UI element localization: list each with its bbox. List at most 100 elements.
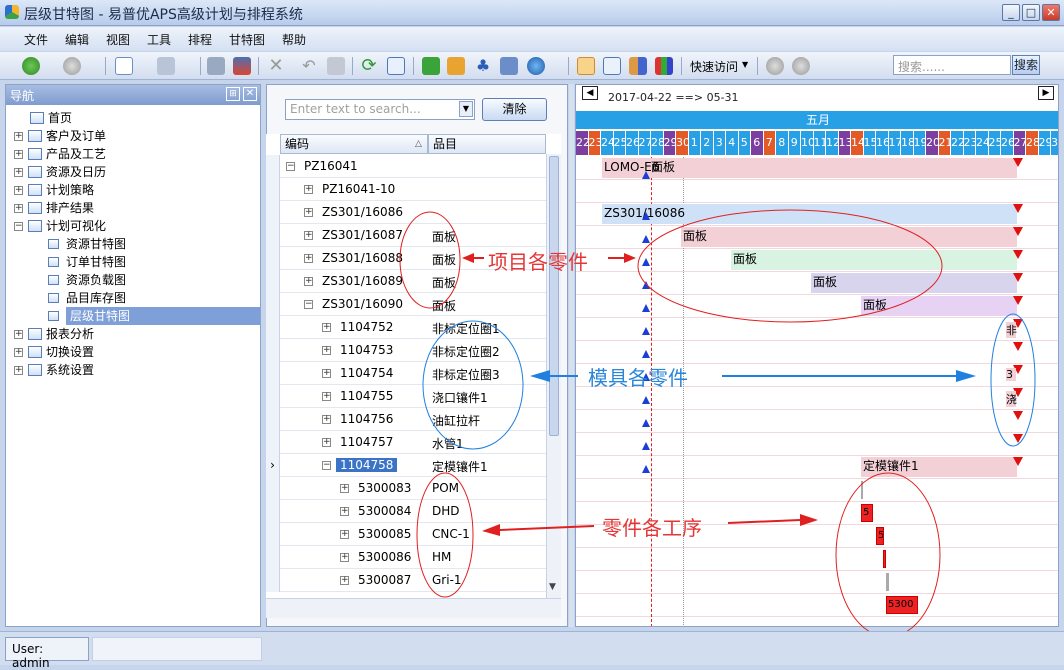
structure-icon[interactable]: ♣ <box>474 57 492 75</box>
nav-item[interactable]: 品目库存图 <box>6 289 260 307</box>
expand-icon[interactable]: + <box>322 415 331 424</box>
row-selector[interactable] <box>266 408 280 431</box>
report-icon[interactable] <box>629 57 647 75</box>
nav-up-icon[interactable] <box>766 57 784 75</box>
scroll-down-icon[interactable]: ▼ <box>549 582 556 592</box>
row-selector[interactable] <box>266 569 280 592</box>
globe-icon[interactable] <box>527 57 545 75</box>
expand-icon[interactable]: + <box>14 168 23 177</box>
menu-help[interactable]: 帮助 <box>282 31 306 48</box>
expand-icon[interactable]: + <box>304 277 313 286</box>
gantt-next-icon[interactable]: ▶ <box>1038 86 1054 100</box>
row-selector[interactable] <box>266 546 280 569</box>
table-row[interactable]: − ZS301/16090 面板 <box>266 293 546 316</box>
expand-icon[interactable]: + <box>322 392 331 401</box>
maximize-button[interactable]: □ <box>1022 4 1040 21</box>
expand-icon[interactable]: + <box>14 366 23 375</box>
grid-search-input[interactable]: Enter text to search... <box>285 99 475 120</box>
box-icon[interactable] <box>447 57 465 75</box>
pin-icon[interactable]: ⊞ <box>226 87 240 101</box>
table-row[interactable]: +1104757 水管1 <box>266 431 546 454</box>
table-row[interactable]: − PZ16041 <box>266 155 546 178</box>
chart-icon[interactable] <box>655 57 673 75</box>
table-row[interactable]: +1104754 非标定位圈3 <box>266 362 546 385</box>
gantt-bar[interactable]: 定模镶件1 <box>861 457 1017 477</box>
run-icon[interactable] <box>422 57 440 75</box>
expand-icon[interactable]: + <box>340 507 349 516</box>
operation-bar[interactable] <box>886 573 889 591</box>
expand-icon[interactable]: + <box>14 132 23 141</box>
gantt-bar[interactable]: 面板 <box>681 227 1017 247</box>
row-selector[interactable] <box>266 477 280 500</box>
nav-item[interactable]: + 产品及工艺 <box>6 145 260 163</box>
nav-item[interactable]: 资源甘特图 <box>6 235 260 253</box>
refresh-icon[interactable]: ⟳ <box>360 57 378 75</box>
table-row[interactable]: +1104755 浇口镶件1 <box>266 385 546 408</box>
grid-scrollbar[interactable]: ▼ <box>546 154 561 598</box>
operation-bar[interactable] <box>883 550 886 568</box>
nav-item[interactable]: + 客户及订单 <box>6 127 260 145</box>
row-selector[interactable] <box>266 339 280 362</box>
expand-icon[interactable]: + <box>14 150 23 159</box>
row-selector[interactable] <box>266 316 280 339</box>
row-selector[interactable] <box>266 500 280 523</box>
row-selector[interactable]: › <box>266 454 280 477</box>
menu-tools[interactable]: 工具 <box>147 31 171 48</box>
expand-icon[interactable]: − <box>304 300 313 309</box>
expand-icon[interactable]: − <box>14 222 23 231</box>
menu-schedule[interactable]: 排程 <box>188 31 212 48</box>
table-icon[interactable] <box>603 57 621 75</box>
menu-edit[interactable]: 编辑 <box>65 31 89 48</box>
table-row[interactable]: +1104753 非标定位圈2 <box>266 339 546 362</box>
row-selector[interactable] <box>266 224 280 247</box>
expand-icon[interactable]: + <box>304 254 313 263</box>
nav-item[interactable]: + 报表分析 <box>6 325 260 343</box>
expand-icon[interactable]: + <box>304 208 313 217</box>
row-selector[interactable] <box>266 431 280 454</box>
nav-item[interactable]: + 计划策略 <box>6 181 260 199</box>
expand-icon[interactable]: + <box>322 346 331 355</box>
expand-icon[interactable]: + <box>340 484 349 493</box>
operation-bar[interactable]: 5 <box>861 504 873 522</box>
delete-icon[interactable]: ✕ <box>267 57 285 75</box>
minimize-button[interactable]: _ <box>1002 4 1020 21</box>
expand-icon[interactable]: + <box>340 553 349 562</box>
row-selector[interactable] <box>266 178 280 201</box>
row-selector[interactable] <box>266 385 280 408</box>
table-row[interactable]: +5300084 DHD <box>266 500 546 523</box>
expand-icon[interactable]: + <box>14 186 23 195</box>
row-selector[interactable] <box>266 201 280 224</box>
column-header-item[interactable]: 品目 <box>428 134 546 154</box>
gantt-bar[interactable]: 面板 <box>861 296 1017 316</box>
column-header-code[interactable]: 编码 △ <box>280 134 428 154</box>
expand-icon[interactable]: + <box>340 530 349 539</box>
copy-icon[interactable] <box>157 57 175 75</box>
close-button[interactable]: ✕ <box>1042 4 1060 21</box>
expand-icon[interactable]: + <box>14 330 23 339</box>
grid-icon[interactable] <box>577 57 595 75</box>
row-selector[interactable] <box>266 247 280 270</box>
clear-button[interactable]: 清除 <box>482 98 547 121</box>
nav-item[interactable]: 首页 <box>6 109 260 127</box>
expand-icon[interactable]: + <box>14 204 23 213</box>
table-row[interactable]: +5300087 Gri-1 <box>266 569 546 592</box>
table-row[interactable]: +5300085 CNC-1 <box>266 523 546 546</box>
nav-item[interactable]: + 资源及日历 <box>6 163 260 181</box>
gantt-bar[interactable]: 面板 <box>731 250 1017 270</box>
expand-icon[interactable]: + <box>322 323 331 332</box>
menu-view[interactable]: 视图 <box>106 31 130 48</box>
save-close-icon[interactable] <box>233 57 251 75</box>
nav-item[interactable]: 层级甘特图 <box>6 307 260 325</box>
table-row[interactable]: › −1104758 定模镶件1 <box>266 454 546 477</box>
forward-icon[interactable] <box>63 57 81 75</box>
row-selector[interactable] <box>266 293 280 316</box>
gantt-bar[interactable]: 面板 <box>811 273 1017 293</box>
row-selector[interactable] <box>266 523 280 546</box>
expand-icon[interactable]: − <box>322 461 331 470</box>
table-row[interactable]: +1104752 非标定位圈1 <box>266 316 546 339</box>
expand-icon[interactable]: + <box>322 438 331 447</box>
nav-item[interactable]: + 切换设置 <box>6 343 260 361</box>
expand-icon[interactable]: + <box>14 348 23 357</box>
table-row[interactable]: +5300086 HM <box>266 546 546 569</box>
gantt-bar[interactable]: ZS301/16086 <box>602 204 1017 224</box>
